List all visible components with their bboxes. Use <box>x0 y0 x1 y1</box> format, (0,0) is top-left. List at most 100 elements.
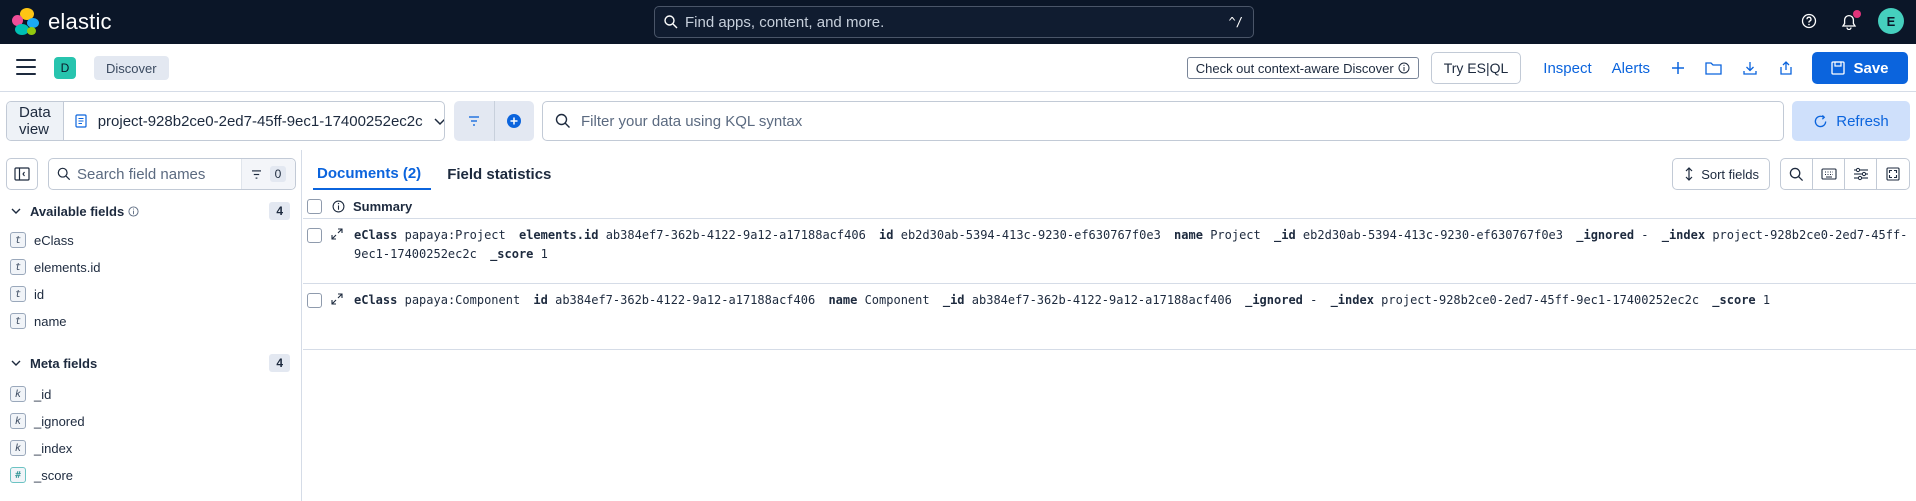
index-pattern-icon <box>75 114 87 128</box>
save-button[interactable]: Save <box>1812 52 1908 84</box>
field-value: - <box>1641 228 1656 242</box>
meta-fields-count: 4 <box>269 354 290 372</box>
kql-query-input[interactable]: Filter your data using KQL syntax <box>542 101 1784 141</box>
field-item-_score[interactable]: # _score <box>10 465 73 485</box>
available-fields-title: Available fields <box>30 203 125 219</box>
field-name: _id <box>34 386 52 402</box>
global-header: elastic Find apps, content, and more. ^/… <box>0 0 1916 44</box>
table-row[interactable]: eClass papaya:Component id ab384ef7-362b… <box>303 285 1916 350</box>
menu-icon[interactable] <box>16 59 36 77</box>
tab-documents[interactable]: Documents (2) <box>313 158 432 190</box>
user-avatar[interactable]: E <box>1878 8 1904 34</box>
field-key: eClass <box>354 293 398 307</box>
fullscreen-icon[interactable] <box>1877 159 1909 189</box>
filter-count: 0 <box>269 166 287 182</box>
field-value: project-928b2ce0-2ed7-45ff-9ec1-17400252… <box>1381 293 1700 307</box>
field-value: eb2d30ab-5394-413c-9230-ef630767f0e3 <box>900 228 1161 242</box>
info-icon[interactable] <box>128 205 139 217</box>
search-icon[interactable] <box>1781 159 1813 189</box>
download-icon[interactable] <box>1737 55 1763 81</box>
expand-icon[interactable] <box>331 228 343 240</box>
try-esql-button[interactable]: Try ES|QL <box>1430 52 1522 84</box>
notifications-icon[interactable] <box>1838 10 1861 32</box>
field-name: _index <box>34 440 73 456</box>
tab-field-statistics[interactable]: Field statistics <box>443 158 561 190</box>
meta-fields-header[interactable]: Meta fields 4 <box>10 352 290 374</box>
refresh-button[interactable]: Refresh <box>1792 101 1910 141</box>
info-icon <box>332 200 345 213</box>
field-value: ab384ef7-362b-4122-9a12-a17188acf406 <box>555 293 816 307</box>
string-type-icon: t <box>10 286 26 302</box>
notification-dot <box>1853 10 1861 18</box>
meta-fields-title: Meta fields <box>30 355 98 371</box>
sort-fields-label: Sort fields <box>1701 166 1759 182</box>
filter-menu-icon[interactable] <box>454 101 495 141</box>
refresh-label: Refresh <box>1836 112 1889 130</box>
field-item-_ignored[interactable]: k _ignored <box>10 411 85 431</box>
elastic-logo-icon <box>12 8 40 36</box>
field-name: name <box>34 313 67 329</box>
number-type-icon: # <box>10 467 26 483</box>
field-name: _score <box>34 467 74 483</box>
add-filter-icon[interactable] <box>495 101 535 141</box>
field-item-eclass[interactable]: t eClass <box>10 230 74 250</box>
string-type-icon: t <box>10 232 26 248</box>
field-item-elements-id[interactable]: t elements.id <box>10 257 100 277</box>
row-checkbox[interactable] <box>307 293 322 308</box>
field-name: elements.id <box>34 259 101 275</box>
field-key: id <box>879 228 894 242</box>
string-type-icon: t <box>10 313 26 329</box>
field-item-_id[interactable]: k _id <box>10 384 51 404</box>
elastic-logo[interactable]: elastic <box>12 8 112 36</box>
field-item-name[interactable]: t name <box>10 311 67 331</box>
field-type-filter-button[interactable]: 0 <box>241 159 295 189</box>
field-key: _ignored <box>1576 228 1635 242</box>
field-name: _ignored <box>34 413 85 429</box>
search-shortcut: ^/ <box>1228 15 1243 29</box>
plus-icon[interactable] <box>1665 55 1691 81</box>
view-tabs: Documents (2) Field statistics <box>313 158 573 190</box>
row-checkbox[interactable] <box>307 228 322 243</box>
display-settings-icon[interactable] <box>1845 159 1877 189</box>
field-value: 1 <box>540 247 548 261</box>
grid-tool-group <box>1780 158 1910 190</box>
context-aware-discover-button[interactable]: Check out context-aware Discover <box>1186 57 1419 79</box>
data-view-picker[interactable]: Data view project-928b2ce0-2ed7-45ff-9ec… <box>6 101 445 141</box>
available-fields-header[interactable]: Available fields 4 <box>10 200 290 222</box>
inspect-button[interactable]: Inspect <box>1543 60 1591 77</box>
keyboard-icon[interactable] <box>1813 159 1845 189</box>
field-value: ab384ef7-362b-4122-9a12-a17188acf406 <box>971 293 1232 307</box>
sort-icon <box>1685 167 1693 181</box>
field-value: papaya:Project <box>404 228 506 242</box>
breadcrumb[interactable]: Discover <box>94 56 169 80</box>
refresh-icon <box>1814 114 1827 127</box>
select-all-checkbox[interactable] <box>307 199 322 214</box>
data-view-select[interactable]: project-928b2ce0-2ed7-45ff-9ec1-17400252… <box>64 113 444 130</box>
global-search-placeholder: Find apps, content, and more. <box>685 13 885 31</box>
global-search-input[interactable]: Find apps, content, and more. ^/ <box>654 6 1254 38</box>
filter-controls <box>454 101 534 141</box>
help-icon[interactable] <box>1798 10 1820 32</box>
field-value: ab384ef7-362b-4122-9a12-a17188acf406 <box>605 228 866 242</box>
app-badge: D <box>54 57 76 79</box>
field-value: papaya:Component <box>404 293 521 307</box>
share-icon[interactable] <box>1773 55 1799 81</box>
alerts-button[interactable]: Alerts <box>1612 60 1650 77</box>
grid-header: Summary <box>303 195 1916 219</box>
keyword-type-icon: k <box>10 440 26 456</box>
field-item-id[interactable]: t id <box>10 284 44 304</box>
collapse-sidebar-icon[interactable] <box>6 158 38 190</box>
expand-icon[interactable] <box>331 293 343 305</box>
field-item-_index[interactable]: k _index <box>10 438 72 458</box>
kql-placeholder: Filter your data using KQL syntax <box>581 112 803 130</box>
field-value: Project <box>1210 228 1261 242</box>
tab-field-statistics-label: Field statistics <box>447 165 552 183</box>
table-row[interactable]: eClass papaya:Project elements.id ab384e… <box>303 220 1916 284</box>
field-key: _id <box>942 293 965 307</box>
search-icon <box>57 167 71 181</box>
filter-icon <box>251 169 261 179</box>
folder-open-icon[interactable] <box>1701 55 1727 81</box>
field-name: id <box>34 286 45 302</box>
field-search-input[interactable]: Search field names 0 <box>48 158 296 190</box>
sort-fields-button[interactable]: Sort fields <box>1672 158 1770 190</box>
